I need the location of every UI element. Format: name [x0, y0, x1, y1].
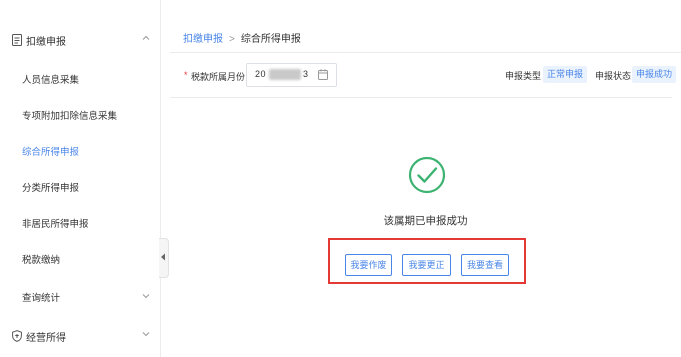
sidebar-group-withholding[interactable]: 扣缴申报 — [0, 22, 160, 58]
success-message: 该属期已申报成功 — [383, 215, 468, 227]
filter-row: * 税款所属月份 20 3 申报类型 正常申报 申报状态 申报成功 — [170, 62, 681, 90]
required-mark: * — [184, 70, 188, 80]
sidebar-group-label: 经营所得 — [26, 333, 66, 344]
chevron-down-icon — [142, 294, 150, 299]
chevron-down-icon — [142, 332, 150, 337]
shield-icon — [12, 330, 22, 342]
sidebar-item-nonresident-income[interactable]: 非居民所得申报 — [0, 207, 160, 237]
declare-type-badge: 正常申报 — [543, 66, 588, 83]
calendar-icon — [318, 69, 328, 80]
void-button[interactable]: 我要作废 — [345, 254, 392, 276]
main-content: 扣缴申报 > 综合所得申报 * 税款所属月份 20 3 申报类型 正常申报 申报状态… — [170, 0, 681, 357]
sidebar-item-query-stats[interactable]: 查询统计 — [0, 281, 160, 311]
breadcrumb-current: 综合所得申报 — [240, 34, 301, 45]
sidebar-item-label: 非居民所得申报 — [22, 219, 89, 230]
declare-status-badge: 申报成功 — [632, 66, 677, 83]
breadcrumb: 扣缴申报 > 综合所得申报 — [183, 30, 301, 45]
correct-button[interactable]: 我要更正 — [402, 254, 451, 276]
sidebar-item-comprehensive-income[interactable]: 综合所得申报 — [0, 135, 160, 165]
sidebar-group-business-income[interactable]: 经营所得 — [0, 318, 160, 354]
sidebar-item-label: 查询统计 — [22, 293, 61, 304]
sidebar-group-label: 扣缴申报 — [26, 37, 66, 48]
sidebar-item-label: 专项附加扣除信息采集 — [22, 111, 118, 122]
sidebar-item-label: 人员信息采集 — [22, 75, 80, 86]
declare-type-label: 申报类型 — [505, 71, 542, 81]
tax-period-value-suffix: 3 — [303, 69, 309, 79]
check-circle-icon — [408, 156, 446, 194]
sidebar-item-label: 综合所得申报 — [22, 147, 80, 158]
sidebar-item-tax-payment[interactable]: 税款缴纳 — [0, 243, 160, 273]
document-icon — [12, 34, 22, 46]
sidebar-collapse-toggle[interactable] — [159, 238, 169, 278]
caret-left-icon — [161, 253, 165, 261]
view-button[interactable]: 我要查看 — [461, 254, 509, 276]
tax-period-value-prefix: 20 — [255, 69, 267, 79]
chevron-up-icon — [142, 35, 150, 40]
divider — [170, 52, 681, 53]
sidebar-item-classified-income[interactable]: 分类所得申报 — [0, 171, 160, 201]
sidebar: 扣缴申报 人员信息采集 专项附加扣除信息采集 综合所得申报 分类所得申报 非居民… — [0, 0, 161, 357]
declare-status-label: 申报状态 — [595, 71, 632, 81]
redacted-mask — [269, 69, 301, 80]
sidebar-item-label: 税款缴纳 — [22, 255, 61, 266]
sidebar-item-label: 分类所得申报 — [22, 183, 80, 194]
sidebar-item-personnel-info[interactable]: 人员信息采集 — [0, 63, 160, 93]
tax-period-date-picker[interactable]: 20 3 — [246, 63, 337, 87]
breadcrumb-parent-link[interactable]: 扣缴申报 — [183, 34, 223, 45]
divider — [170, 97, 672, 98]
sidebar-item-special-deduction[interactable]: 专项附加扣除信息采集 — [0, 99, 160, 129]
tax-period-label: 税款所属月份 — [191, 72, 246, 82]
breadcrumb-separator: > — [229, 34, 235, 45]
